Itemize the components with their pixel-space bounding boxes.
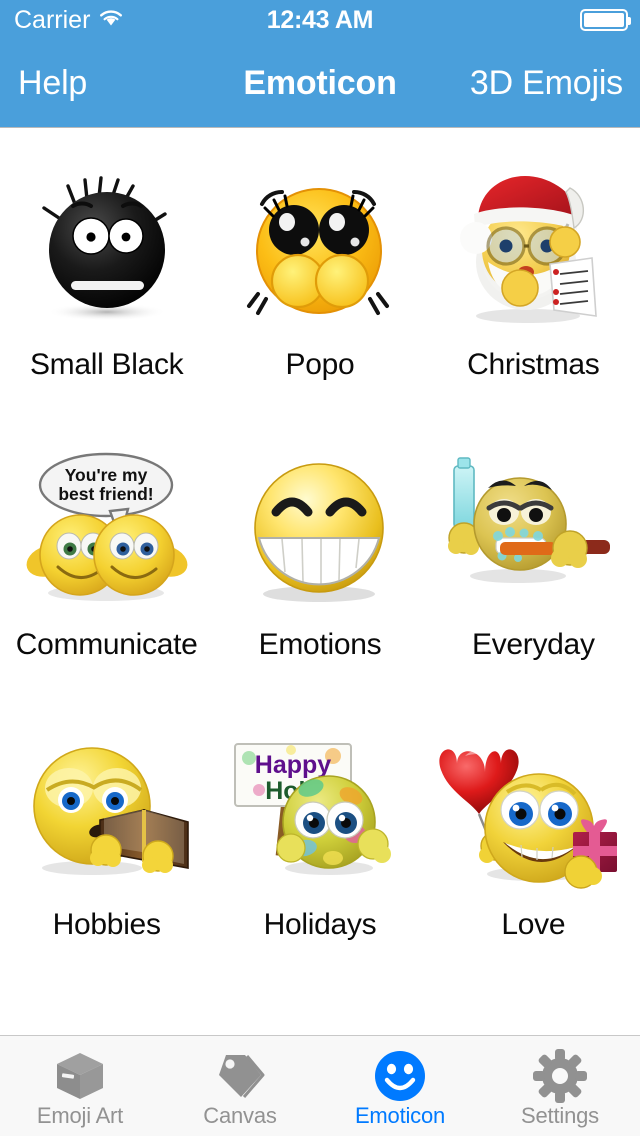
clock-label: 12:43 AM — [266, 5, 374, 34]
grid-item-label: Christmas — [467, 348, 600, 381]
tab-label: Emoji Art — [36, 1103, 124, 1128]
grid-item-hobbies[interactable]: Hobbies — [0, 718, 213, 998]
navigation-bar: Help Emoticon 3D Emojis — [0, 40, 640, 128]
emotions-grin-emoticon — [225, 438, 415, 628]
tab-settings[interactable]: Settings — [480, 1036, 640, 1136]
love-heart-gift-emoticon — [438, 718, 628, 908]
grid-item-everyday[interactable]: Everyday — [427, 438, 640, 718]
small-black-emoticon — [12, 158, 202, 348]
gear-icon — [533, 1049, 587, 1103]
grid-item-communicate[interactable]: You're my best friend! Communicate — [0, 438, 213, 718]
hobbies-reading-emoticon — [12, 718, 202, 908]
3d-emojis-button[interactable]: 3D Emojis — [470, 40, 623, 127]
grid-item-emotions[interactable]: Emotions — [213, 438, 426, 718]
popo-emoticon — [225, 158, 415, 348]
tab-label: Canvas — [203, 1103, 277, 1128]
christmas-santa-emoticon — [438, 158, 628, 348]
grid-item-label: Everyday — [471, 628, 595, 661]
communicate-emoticon: You're my best friend! — [12, 438, 202, 628]
grid-item-holidays[interactable]: Happy Holi! Holidays — [213, 718, 426, 998]
tab-label: Settings — [521, 1103, 599, 1128]
box-icon — [53, 1049, 107, 1103]
grid-item-label: Emotions — [258, 628, 382, 661]
status-bar: Carrier 12:43 AM — [0, 0, 640, 40]
sign-line1: Happy — [255, 751, 332, 779]
tag-icon — [213, 1049, 267, 1103]
grid-item-christmas[interactable]: Christmas — [427, 158, 640, 438]
grid-item-label: Hobbies — [52, 908, 161, 941]
tab-canvas[interactable]: Canvas — [160, 1036, 320, 1136]
grid-item-label: Communicate — [15, 628, 198, 661]
tab-label: Emoticon — [354, 1103, 446, 1128]
grid-item-label: Small Black — [29, 348, 184, 381]
app-root: Carrier 12:43 AM Help Emoticon 3D Emojis — [0, 0, 640, 1136]
tab-emoji-art[interactable]: Emoji Art — [0, 1036, 160, 1136]
tab-emoticon[interactable]: Emoticon — [320, 1036, 480, 1136]
grid-item-small-black[interactable]: Small Black — [0, 158, 213, 438]
emoticon-grid-scroll[interactable]: Small Black Popo Christmas You're my bes… — [0, 128, 640, 1035]
grid-item-popo[interactable]: Popo — [213, 158, 426, 438]
emoticon-grid: Small Black Popo Christmas You're my bes… — [0, 128, 640, 998]
grid-item-label: Love — [501, 908, 566, 941]
speech-bubble-line2: best friend! — [59, 484, 154, 504]
status-bar-right — [580, 9, 631, 31]
smiley-icon — [373, 1049, 427, 1103]
speech-bubble-line1: You're my — [65, 465, 148, 485]
everyday-toothbrush-emoticon — [438, 438, 628, 628]
grid-item-love[interactable]: Love — [427, 718, 640, 998]
grid-item-label: Holidays — [263, 908, 377, 941]
holidays-holi-emoticon: Happy Holi! — [225, 718, 415, 908]
grid-item-label: Popo — [285, 348, 355, 381]
tab-bar: Emoji Art Canvas Emoticon Settings — [0, 1035, 640, 1136]
battery-full-icon — [580, 9, 631, 31]
